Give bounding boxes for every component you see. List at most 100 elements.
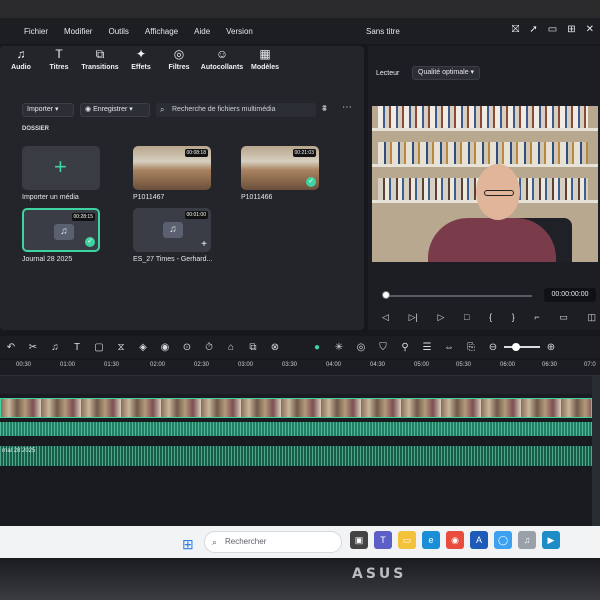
group-icon[interactable]: ⧉ (242, 342, 264, 353)
menu-help[interactable]: Aide (194, 27, 210, 36)
brand-logo: ASUS (352, 566, 407, 582)
split-icon[interactable]: ⇔ (438, 342, 460, 353)
speed-icon[interactable]: ⧖ (110, 342, 132, 353)
menu-edit[interactable]: Modifier (64, 27, 92, 36)
tool-titles[interactable]: T Titres (42, 46, 76, 90)
stabilize-icon[interactable]: ◈ (132, 342, 154, 353)
zoom-slider[interactable] (504, 343, 540, 351)
ruler-tick: 05:30 (456, 362, 472, 368)
zoom-in-icon[interactable]: ⊕ (540, 342, 562, 353)
grid-icon[interactable]: ⊞ (567, 24, 575, 35)
cut-icon[interactable]: ✂ (22, 342, 44, 353)
monitor-icon[interactable]: ▭ (559, 312, 568, 323)
task-view-icon[interactable]: ▣ (350, 531, 368, 549)
app-icon[interactable]: A (470, 531, 488, 549)
close-icon[interactable]: ✕ (586, 24, 594, 35)
preview-shelf (372, 128, 598, 131)
list-icon[interactable]: ☰ (416, 342, 438, 353)
tool-filters[interactable]: ◎ Filtres (162, 46, 196, 90)
quality-dropdown[interactable]: Qualité optimale ▾ (412, 66, 481, 80)
crop-icon[interactable]: ▢ (88, 342, 110, 353)
media-thumbnail[interactable]: 00:01:00 ♫ + (133, 208, 211, 252)
media-thumbnail[interactable]: 00:28:15 ♫ ✓ (22, 208, 100, 252)
timeline-ruler[interactable]: 00:30 01:00 01:30 02:00 02:30 03:00 03:3… (0, 360, 600, 376)
menu-version[interactable]: Version (226, 27, 253, 36)
record-dropdown[interactable]: ◉ Enregistrer ▾ (80, 103, 150, 117)
stop-icon[interactable]: □ (464, 312, 469, 323)
folder-icon[interactable]: ▭ (398, 531, 416, 549)
import-media-card[interactable]: + (22, 146, 100, 190)
audio-clip[interactable] (0, 422, 592, 436)
music-icon: ♫ (54, 224, 74, 240)
copy-icon[interactable]: ⎘ (460, 342, 482, 353)
edge-icon[interactable]: e (422, 531, 440, 549)
media-search[interactable]: ⌕ Recherche de fichiers multimédia (156, 103, 316, 117)
zoom-out-icon[interactable]: ⊖ (482, 342, 504, 353)
media-name: P1011467 (133, 194, 165, 201)
search-icon: ⌕ (160, 105, 165, 114)
import-dropdown[interactable]: Importer ▾ (22, 103, 74, 117)
tool-effects[interactable]: ✦ Effets (124, 46, 158, 90)
tool-templates[interactable]: ▦ Modèles (248, 46, 282, 90)
send-icon[interactable]: ➚ (529, 24, 537, 35)
tool-stickers[interactable]: ☺ Autocollants (200, 46, 244, 90)
player-tab[interactable]: Lecteur (376, 70, 399, 77)
tag-icon[interactable]: ⌂ (220, 342, 242, 353)
undo-icon[interactable]: ↶ (0, 342, 22, 353)
snapshot-icon[interactable]: ◫ (587, 312, 596, 323)
teams-icon[interactable]: T (374, 531, 392, 549)
shield-icon[interactable]: ⛉ (372, 342, 394, 353)
camera-icon[interactable]: ◎ (350, 342, 372, 353)
menu-view[interactable]: Affichage (145, 27, 178, 36)
playback-seekbar[interactable] (386, 295, 532, 297)
prev-frame-icon[interactable]: ◁ (382, 312, 389, 323)
link-icon[interactable]: ⊗ (264, 342, 286, 353)
mark-out-icon[interactable]: } (512, 312, 515, 323)
music-app-icon[interactable]: ♫ (518, 531, 536, 549)
add-icon[interactable]: + (201, 239, 207, 250)
taskbar-search[interactable]: ⌕ Rechercher (204, 531, 342, 553)
ruler-tick: 01:00 (60, 362, 76, 368)
play-step-icon[interactable]: ▷| (409, 312, 418, 323)
ruler-tick: 02:30 (194, 362, 210, 368)
editor-app-icon[interactable]: ▶ (542, 531, 560, 549)
timeline-tracks: rnal 28 2025 (0, 376, 600, 526)
audio-clip-label: rnal 28 2025 (2, 448, 36, 454)
mic-icon[interactable]: ⚲ (394, 342, 416, 353)
filters-icon: ◎ (173, 47, 185, 61)
gift-icon[interactable]: ⛝ (512, 24, 520, 35)
snap-icon[interactable]: ✳ (328, 342, 350, 353)
text-icon[interactable]: T (66, 342, 88, 353)
mark-in-icon[interactable]: { (489, 312, 492, 323)
audio-adjust-icon[interactable]: ♫ (44, 342, 66, 353)
mask-icon[interactable]: ⊙ (176, 342, 198, 353)
play-icon[interactable]: ▷ (437, 312, 444, 323)
ai-icon[interactable]: ● (306, 342, 328, 353)
preview-books (378, 106, 588, 128)
media-thumbnail[interactable]: 00:08:18 (133, 146, 211, 190)
circle-app-icon[interactable]: ◯ (494, 531, 512, 549)
tool-transitions[interactable]: ⧉ Transitions (80, 46, 120, 90)
preview-person-body (428, 218, 556, 262)
vertical-scrollbar[interactable] (592, 376, 600, 526)
tool-audio[interactable]: ♫ Audio (4, 46, 38, 90)
plus-icon: + (54, 154, 67, 179)
window-title: Sans titre (366, 27, 400, 36)
timer-icon[interactable]: ⏱ (198, 342, 220, 353)
menu-tools[interactable]: Outils (108, 27, 128, 36)
menu-file[interactable]: Fichier (24, 27, 48, 36)
chrome-icon[interactable]: ◉ (446, 531, 464, 549)
zoom-handle[interactable] (512, 343, 520, 351)
windows-start-icon[interactable]: ⊞ (182, 536, 194, 553)
more-icon[interactable]: ⋯ (342, 102, 352, 113)
filter-icon[interactable]: ⩩ (322, 103, 327, 114)
video-clip[interactable] (0, 398, 592, 418)
folder-heading: DOSSIER (22, 126, 50, 132)
music-icon: ♫ (16, 47, 26, 61)
color-icon[interactable]: ◉ (154, 342, 176, 353)
layout-icon[interactable]: ▭ (548, 24, 557, 35)
media-thumbnail[interactable]: 00:21:03 ✓ (241, 146, 319, 190)
audio-clip[interactable]: rnal 28 2025 (0, 446, 592, 466)
crop-icon[interactable]: ⌐ (534, 312, 539, 323)
seek-handle[interactable] (382, 291, 390, 299)
